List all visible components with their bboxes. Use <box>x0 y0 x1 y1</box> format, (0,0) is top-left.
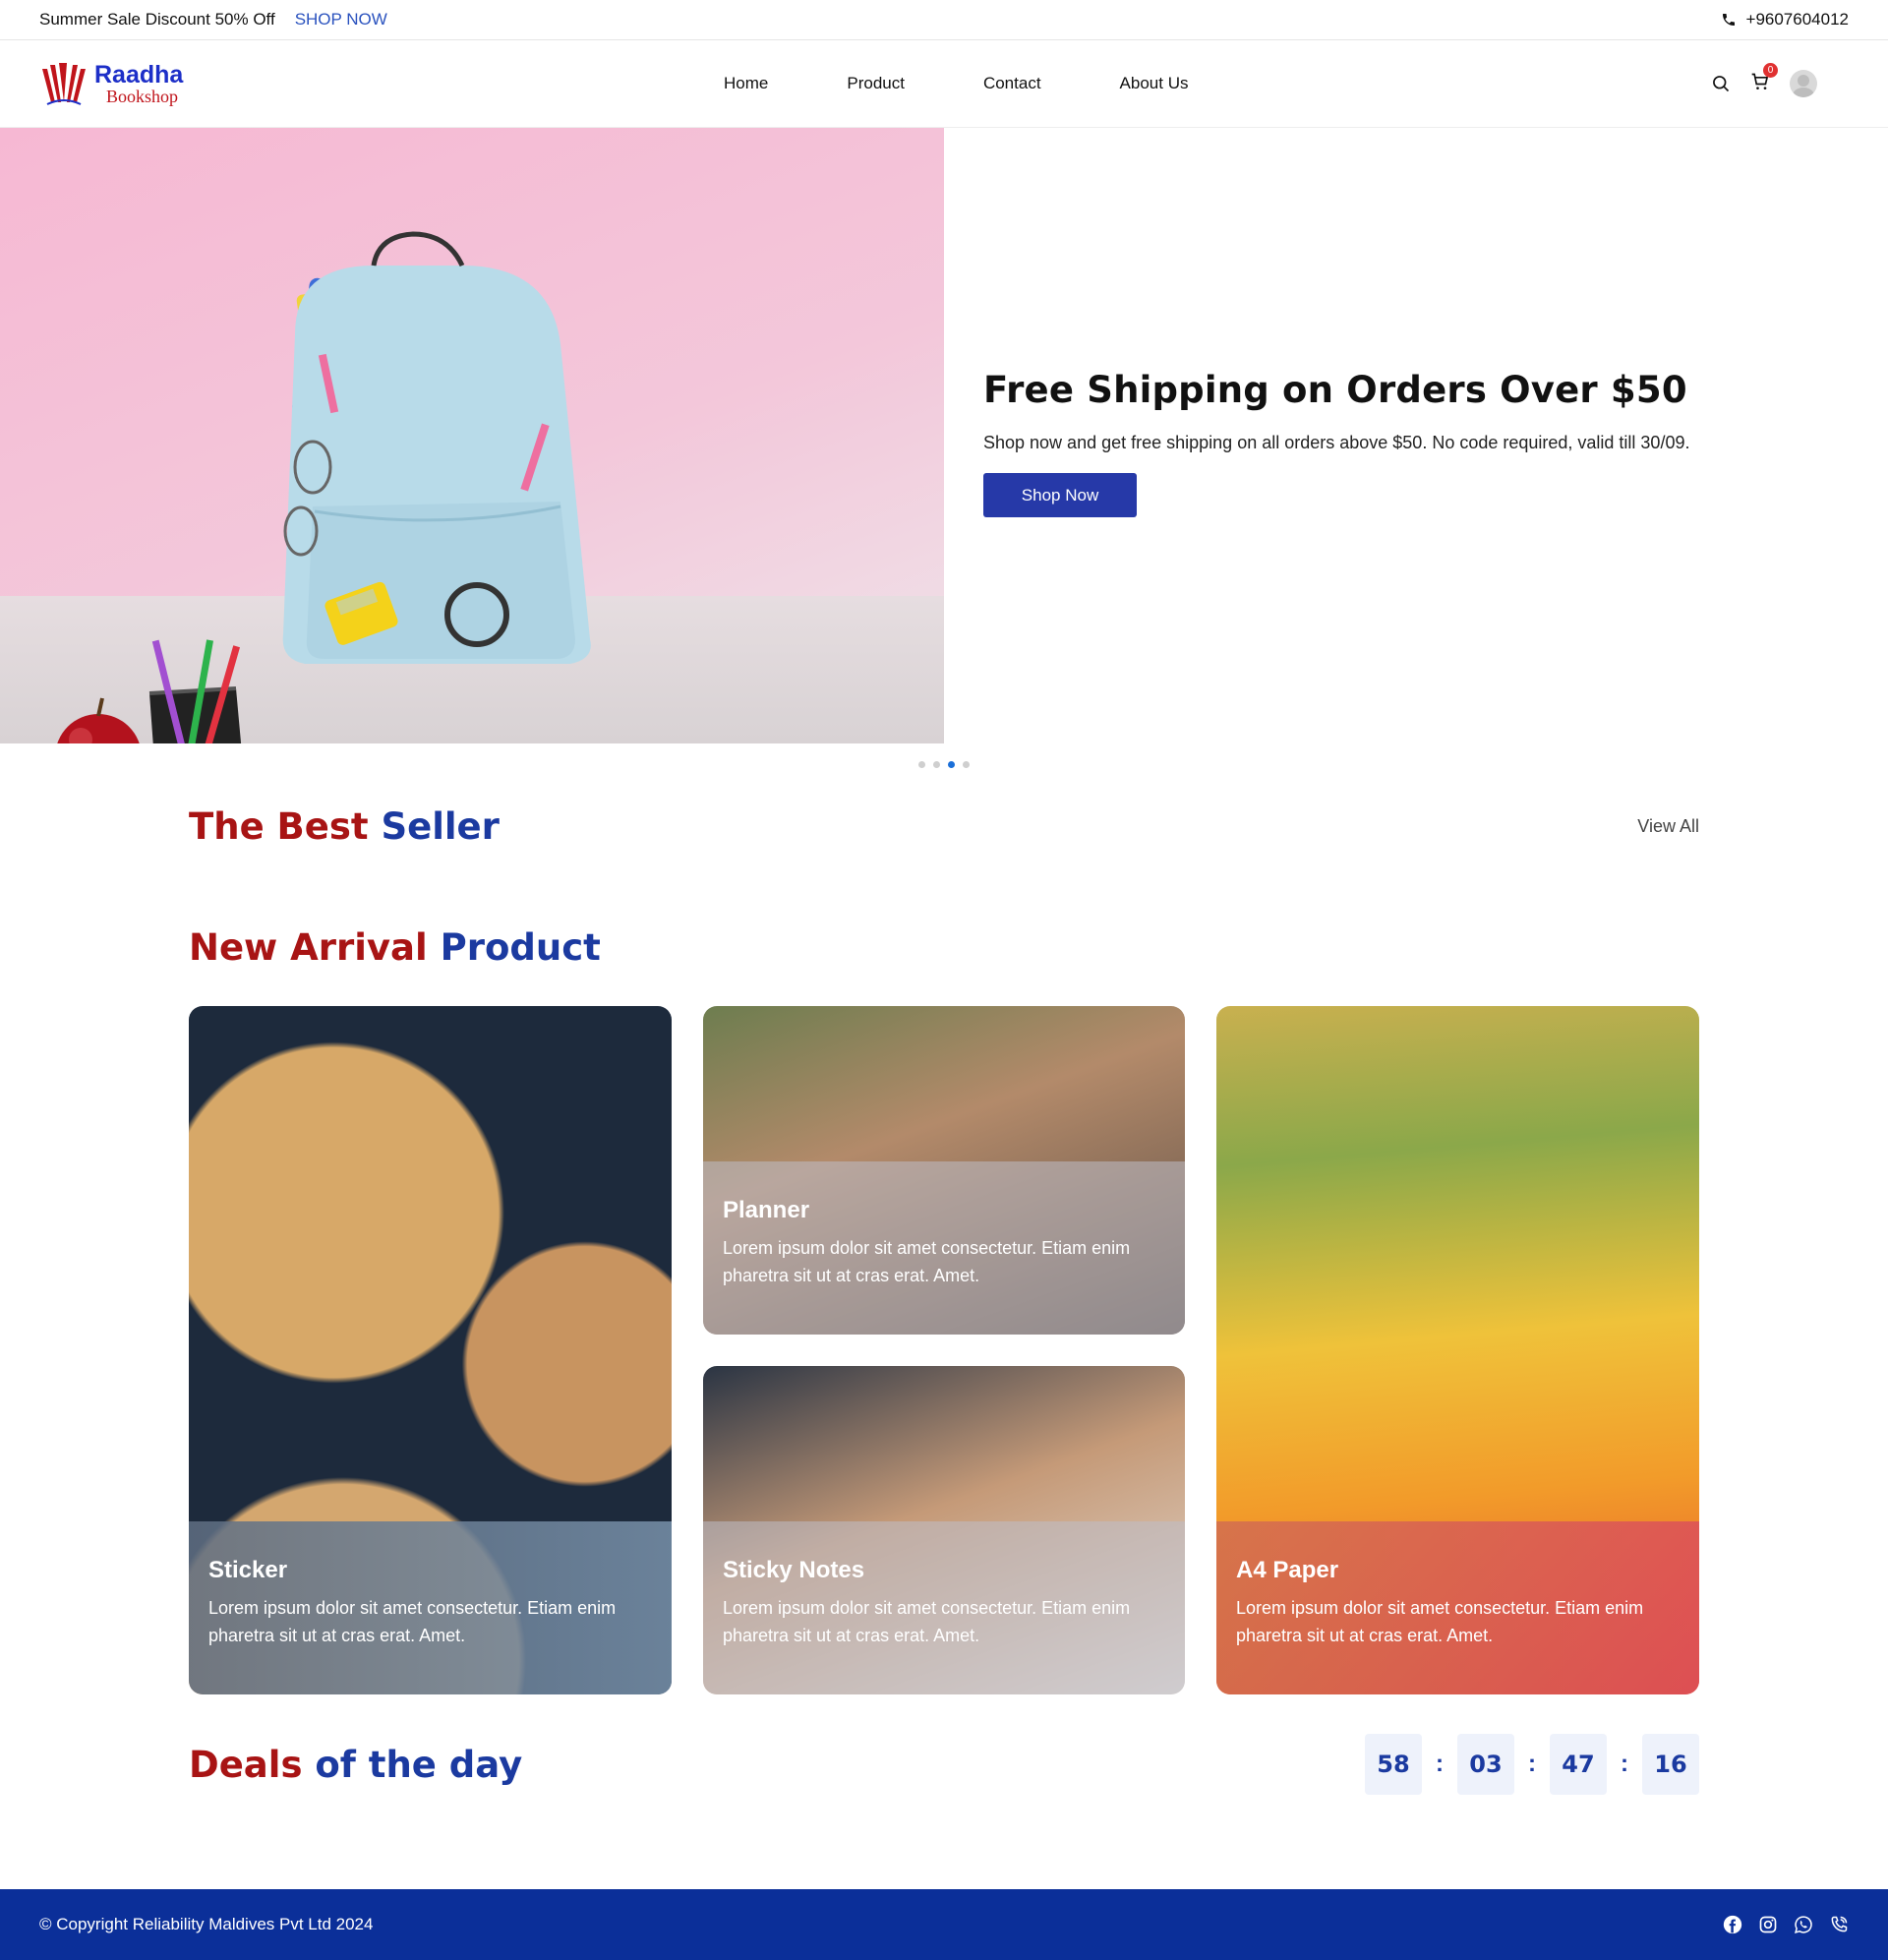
logo-title: Raadha <box>94 60 184 89</box>
best-seller-title: The Best Seller <box>189 805 500 848</box>
hero-description: Shop now and get free shipping on all or… <box>983 433 1690 452</box>
new-arrival-section: New Arrival Product Sticker Lorem ipsum … <box>189 926 1699 1795</box>
instagram-icon[interactable] <box>1758 1915 1778 1934</box>
top-announcement-bar: Summer Sale Discount 50% Off SHOP NOW +9… <box>0 0 1888 40</box>
book-logo-icon <box>42 63 86 105</box>
view-all-link[interactable]: View All <box>1637 816 1699 837</box>
deals-of-the-day: Deals of the day 58 : 03 : 47 : 16 <box>189 1734 1699 1795</box>
promo-text: Summer Sale Discount 50% Off <box>39 10 275 29</box>
carousel-dot-active[interactable] <box>948 761 955 768</box>
backpack-illustration <box>57 231 591 743</box>
deals-title: Deals of the day <box>189 1743 523 1786</box>
hero-banner: Free Shipping on Orders Over $50 Shop no… <box>0 128 1888 743</box>
nav-product[interactable]: Product <box>847 74 905 93</box>
product-grid: Sticker Lorem ipsum dolor sit amet conse… <box>189 1006 1699 1694</box>
hero-content: Free Shipping on Orders Over $50 Shop no… <box>983 369 1829 517</box>
hero-image <box>0 128 944 743</box>
logo-subtitle: Bookshop <box>106 86 179 106</box>
card-title: Sticky Notes <box>723 1557 865 1583</box>
carousel-dot[interactable] <box>963 761 970 768</box>
product-card-planner[interactable]: Planner Lorem ipsum dolor sit amet conse… <box>703 1006 1185 1335</box>
card-description: Lorem ipsum dolor sit amet consectetur. … <box>723 1238 1131 1285</box>
new-arrival-title: New Arrival Product <box>189 926 601 969</box>
card-title: A4 Paper <box>1236 1557 1339 1583</box>
shop-now-link[interactable]: SHOP NOW <box>295 10 387 30</box>
cart-count-badge: 0 <box>1763 62 1778 78</box>
card-overlay: Sticky Notes Lorem ipsum dolor sit amet … <box>703 1521 1185 1694</box>
timer-separator: : <box>1528 1751 1536 1777</box>
best-seller-section: The Best Seller View All <box>189 805 1699 848</box>
phone-icon <box>1722 14 1735 26</box>
facebook-icon[interactable] <box>1723 1915 1742 1934</box>
card-overlay: Planner Lorem ipsum dolor sit amet conse… <box>703 1161 1185 1335</box>
product-card-sticker[interactable]: Sticker Lorem ipsum dolor sit amet conse… <box>189 1006 672 1694</box>
nav-contact[interactable]: Contact <box>983 74 1041 93</box>
nav-about-us[interactable]: About Us <box>1120 74 1189 93</box>
card-title: Planner <box>723 1197 810 1223</box>
card-description: Lorem ipsum dolor sit amet consectetur. … <box>723 1598 1131 1645</box>
phone-number: +9607604012 <box>1745 10 1849 29</box>
timer-value: 47 <box>1550 1734 1607 1795</box>
copyright-text: © Copyright Reliability Maldives Pvt Ltd… <box>39 1915 374 1933</box>
header-icons: 0 <box>1711 62 1817 97</box>
card-title: Sticker <box>208 1557 288 1583</box>
phone-contact[interactable]: +9607604012 <box>1721 10 1849 30</box>
social-links <box>1723 1915 1849 1934</box>
viber-icon[interactable] <box>1829 1915 1849 1934</box>
card-description: Lorem ipsum dolor sit amet consectetur. … <box>208 1598 617 1645</box>
nav-home[interactable]: Home <box>724 74 768 93</box>
product-card-sticky-notes[interactable]: Sticky Notes Lorem ipsum dolor sit amet … <box>703 1366 1185 1694</box>
timer-separator: : <box>1621 1751 1628 1777</box>
search-icon[interactable] <box>1711 74 1731 93</box>
user-avatar[interactable] <box>1790 70 1817 97</box>
timer-value: 16 <box>1642 1734 1699 1795</box>
card-description: Lorem ipsum dolor sit amet consectetur. … <box>1236 1598 1644 1645</box>
logo[interactable]: Raadha Bookshop <box>39 61 183 106</box>
carousel-dot[interactable] <box>918 761 925 768</box>
timer-value: 58 <box>1365 1734 1422 1795</box>
main-nav: Home Product Contact About Us <box>724 74 1188 93</box>
carousel-dots <box>0 761 1888 768</box>
card-overlay: A4 Paper Lorem ipsum dolor sit amet cons… <box>1216 1521 1699 1694</box>
hero-shop-now-button[interactable]: Shop Now <box>983 473 1137 517</box>
carousel-dot[interactable] <box>933 761 940 768</box>
whatsapp-icon[interactable] <box>1794 1915 1813 1934</box>
hero-title: Free Shipping on Orders Over $50 <box>983 369 1687 411</box>
card-overlay: Sticker Lorem ipsum dolor sit amet conse… <box>189 1521 672 1694</box>
timer-separator: : <box>1436 1751 1444 1777</box>
footer: © Copyright Reliability Maldives Pvt Ltd… <box>0 1889 1888 1960</box>
timer-value: 03 <box>1457 1734 1514 1795</box>
cart-button[interactable]: 0 <box>1750 62 1778 96</box>
countdown-timer: 58 : 03 : 47 : 16 <box>1365 1734 1699 1795</box>
product-card-a4-paper[interactable]: A4 Paper Lorem ipsum dolor sit amet cons… <box>1216 1006 1699 1694</box>
main-header: Raadha Bookshop Home Product Contact Abo… <box>0 40 1888 128</box>
